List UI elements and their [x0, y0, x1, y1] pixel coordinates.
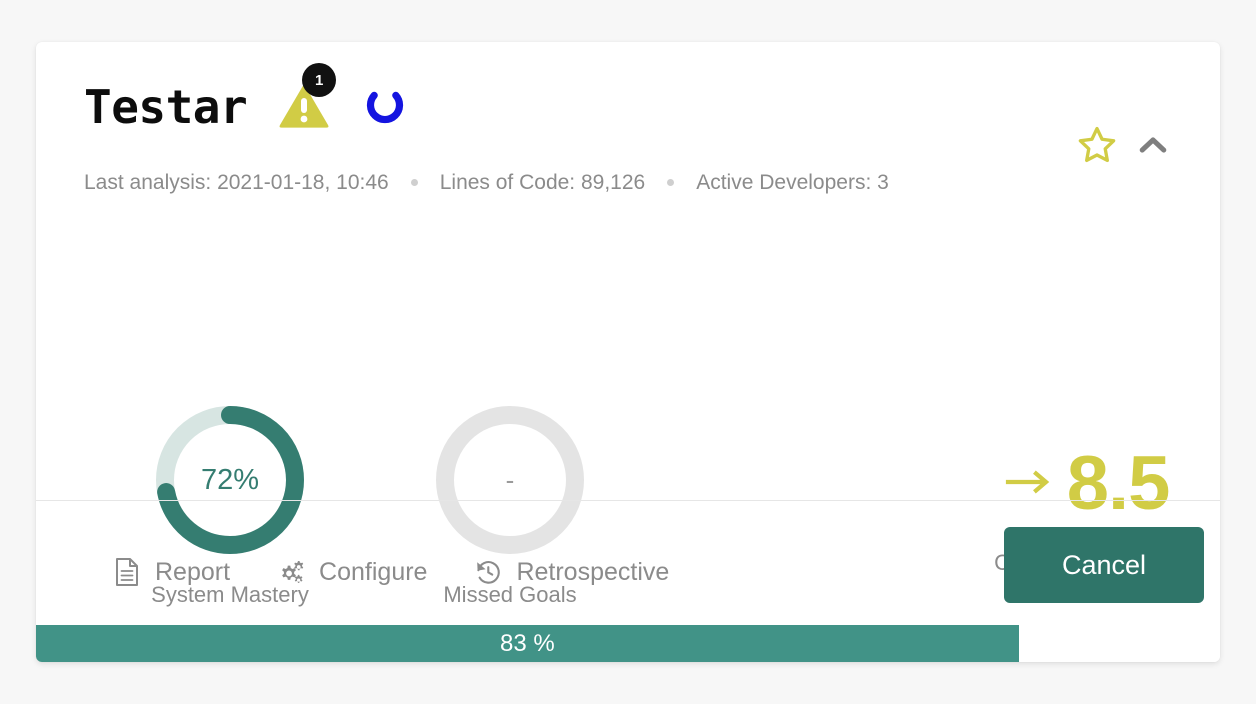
retrospective-button[interactable]: Retrospective	[473, 557, 669, 587]
favorite-button[interactable]	[1076, 124, 1118, 169]
chevron-up-icon	[1134, 126, 1172, 167]
progress-bar: 83 %	[36, 625, 1220, 662]
metadata-line: Last analysis: 2021-01-18, 10:46 Lines o…	[84, 172, 889, 193]
footer-action-list: Report Configure Retrospective	[112, 557, 669, 587]
configure-button[interactable]: Configure	[276, 557, 427, 587]
history-icon	[473, 557, 503, 587]
meta-separator-dot	[667, 179, 675, 186]
metrics-row: 72% System Mastery - Missed Goals 8.5	[36, 208, 1220, 607]
title-row: Testar 1	[84, 63, 1172, 138]
meta-lines-of-code: Lines of Code: 89,126	[439, 171, 646, 194]
retrospective-label: Retrospective	[516, 557, 670, 586]
card-header: Testar 1 Last analysis: 2021-01-18, 10:4…	[36, 42, 1220, 208]
meta-separator-dot	[410, 179, 418, 186]
cancel-button[interactable]: Cancel	[1004, 527, 1204, 603]
card-footer: Report Configure Retrospective Cancel 83…	[36, 501, 1220, 662]
gears-icon	[276, 557, 306, 587]
configure-label: Configure	[319, 557, 428, 586]
project-card: Testar 1 Last analysis: 2021-01-18, 10:4…	[36, 42, 1220, 662]
arrow-right-icon	[1005, 467, 1053, 502]
report-button[interactable]: Report	[112, 557, 230, 587]
collapse-button[interactable]	[1134, 126, 1172, 167]
document-icon	[112, 557, 142, 587]
header-actions	[1076, 124, 1172, 169]
warning-indicator[interactable]: 1	[275, 63, 337, 134]
spinner-icon	[363, 85, 407, 129]
meta-active-developers: Active Developers: 3	[696, 171, 889, 194]
report-label: Report	[155, 557, 231, 586]
progress-bar-label: 83 %	[500, 630, 555, 657]
warning-count-badge: 1	[302, 63, 337, 97]
page-root: Testar 1 Last analysis: 2021-01-18, 10:4…	[0, 0, 1256, 704]
page-title: Testar	[84, 80, 248, 134]
star-outline-icon	[1076, 124, 1118, 169]
meta-last-analysis: Last analysis: 2021-01-18, 10:46	[84, 171, 389, 194]
